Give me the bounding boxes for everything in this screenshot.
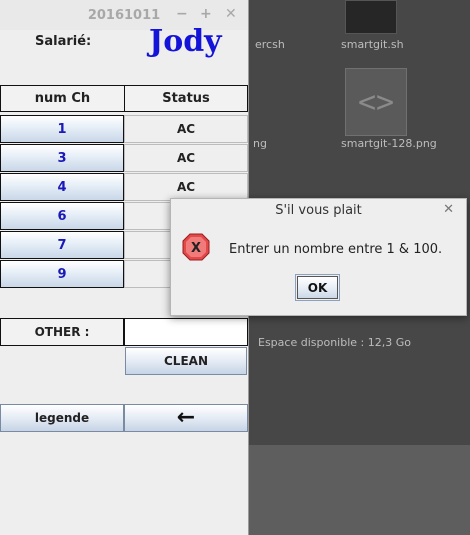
status-cell: AC — [124, 173, 248, 201]
svg-text:X: X — [191, 241, 201, 256]
other-label: OTHER : — [0, 318, 124, 346]
employee-label: Salarié: — [35, 34, 92, 49]
close-icon[interactable]: ✕ — [225, 6, 237, 22]
employee-name: Jody — [149, 24, 222, 59]
dialog-title: S'il vous plait — [275, 203, 362, 218]
desktop-panel — [248, 445, 470, 535]
status-cell: AC — [124, 115, 248, 143]
close-icon[interactable]: ✕ — [443, 202, 454, 217]
legend-button[interactable]: legende — [0, 404, 124, 432]
error-dialog: S'il vous plait ✕ X Entrer un nombre ent… — [170, 198, 467, 316]
channel-button-1[interactable]: 1 — [0, 115, 124, 143]
code-file-icon[interactable]: <> — [345, 68, 407, 136]
channel-button-3[interactable]: 3 — [0, 144, 124, 172]
dialog-message: Entrer un nombre entre 1 & 100. — [229, 242, 443, 257]
channel-button-6[interactable]: 6 — [0, 202, 124, 230]
minimize-icon[interactable]: − — [176, 6, 188, 22]
column-header-num: num Ch — [0, 85, 125, 112]
desktop-file-label-partial: ng — [253, 137, 267, 150]
clean-button[interactable]: CLEAN — [125, 347, 247, 375]
other-input[interactable] — [124, 318, 248, 346]
free-space-label: Espace disponible : 12,3 Go — [258, 336, 411, 349]
channel-button-9[interactable]: 9 — [0, 260, 124, 288]
ok-button[interactable]: OK — [295, 274, 340, 301]
maximize-icon[interactable]: + — [200, 6, 212, 22]
desktop-file-label[interactable]: smartgit.sh — [341, 38, 404, 51]
back-button[interactable]: ← — [124, 404, 248, 432]
error-icon: X — [182, 233, 210, 261]
desktop-file-label[interactable]: smartgit-128.png — [341, 137, 437, 150]
window-title: 20161011 — [87, 8, 161, 23]
column-header-status: Status — [124, 85, 248, 112]
channel-button-4[interactable]: 4 — [0, 173, 124, 201]
desktop-file-label-partial: ercsh — [255, 38, 285, 51]
left-arrow-icon: ← — [176, 405, 196, 430]
channel-button-7[interactable]: 7 — [0, 231, 124, 259]
status-cell: AC — [124, 144, 248, 172]
terminal-file-icon[interactable] — [345, 0, 397, 34]
